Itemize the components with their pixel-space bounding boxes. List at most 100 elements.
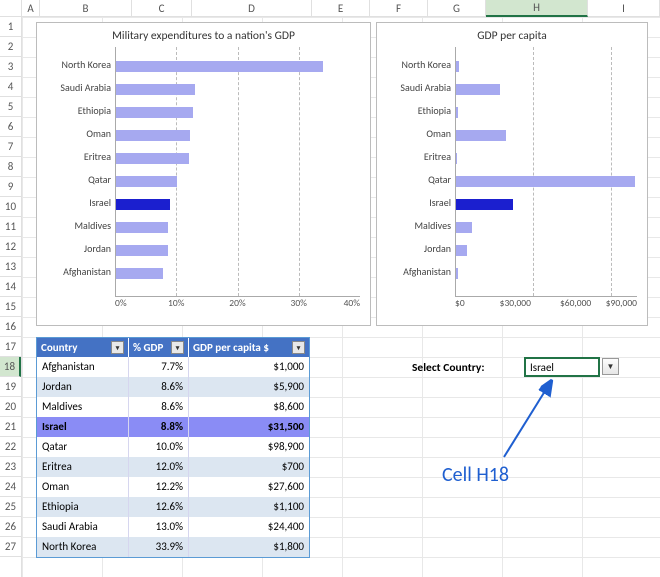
column-header-B[interactable]: B — [40, 0, 132, 16]
table-cell: 12.0% — [129, 457, 189, 477]
table-cell: Afghanistan — [37, 357, 129, 377]
row-header-23[interactable]: 23 — [0, 457, 21, 477]
table-cell: $1,100 — [189, 497, 309, 517]
chart-category-label: Jordan — [387, 239, 455, 262]
row-header-26[interactable]: 26 — [0, 517, 21, 537]
row-header-22[interactable]: 22 — [0, 437, 21, 457]
dropdown-button[interactable]: ▼ — [602, 358, 619, 375]
chart-bar — [456, 84, 500, 95]
table-header[interactable]: Country ▾ — [37, 338, 129, 357]
table-row[interactable]: Saudi Arabia13.0%$24,400 — [37, 517, 309, 537]
table-cell: Oman — [37, 477, 129, 497]
row-header-24[interactable]: 24 — [0, 477, 21, 497]
row-header-13[interactable]: 13 — [0, 257, 21, 277]
chart-bar — [456, 153, 457, 164]
row-header-27[interactable]: 27 — [0, 537, 21, 557]
chart-bar — [456, 61, 459, 72]
table-cell: Qatar — [37, 437, 129, 457]
table-cell: Israel — [37, 417, 129, 437]
column-header-I[interactable]: I — [588, 0, 660, 16]
column-header-F[interactable]: F — [370, 0, 428, 16]
row-header-12[interactable]: 12 — [0, 237, 21, 257]
row-header-17[interactable]: 17 — [0, 337, 21, 357]
chart-title: GDP per capita — [387, 29, 637, 43]
row-header-8[interactable]: 8 — [0, 157, 21, 177]
table-cell: 13.0% — [129, 517, 189, 537]
table-header[interactable]: % GDP ▾ — [129, 338, 189, 357]
chart-bar — [456, 199, 513, 210]
table-row[interactable]: Qatar10.0%$98,900 — [37, 437, 309, 457]
row-header-7[interactable]: 7 — [0, 137, 21, 157]
filter-dropdown-icon[interactable]: ▾ — [292, 341, 305, 354]
column-header-C[interactable]: C — [132, 0, 192, 16]
row-header-9[interactable]: 9 — [0, 177, 21, 197]
table-cell: North Korea — [37, 537, 129, 557]
chart-category-label: North Korea — [387, 55, 455, 78]
table-cell: $27,600 — [189, 477, 309, 497]
chart-bar — [116, 61, 323, 72]
table-row[interactable]: Eritrea12.0%$700 — [37, 457, 309, 477]
row-header-5[interactable]: 5 — [0, 97, 21, 117]
table-cell: Eritrea — [37, 457, 129, 477]
row-header-16[interactable]: 16 — [0, 317, 21, 337]
column-header-G[interactable]: G — [428, 0, 486, 16]
chart-category-label: Qatar — [47, 170, 115, 193]
annotation-arrow — [492, 377, 572, 467]
table-row[interactable]: Maldives8.6%$8,600 — [37, 397, 309, 417]
chevron-down-icon: ▼ — [607, 362, 615, 372]
chart-bar — [116, 222, 168, 233]
table-cell: 12.2% — [129, 477, 189, 497]
chart-gdp-capita[interactable]: GDP per capita North KoreaSaudi ArabiaEt… — [376, 22, 648, 326]
table-row[interactable]: Oman12.2%$27,600 — [37, 477, 309, 497]
row-header-2[interactable]: 2 — [0, 37, 21, 57]
table-row[interactable]: North Korea33.9%$1,800 — [37, 537, 309, 557]
chart-bar — [116, 84, 195, 95]
table-row[interactable]: Afghanistan7.7%$1,000 — [37, 357, 309, 377]
table-header[interactable]: GDP per capita $ ▾ — [189, 338, 309, 357]
column-header-D[interactable]: D — [192, 0, 312, 16]
row-header-11[interactable]: 11 — [0, 217, 21, 237]
filter-dropdown-icon[interactable]: ▾ — [111, 341, 124, 354]
chart-military-gdp[interactable]: Military expenditures to a nation's GDP … — [36, 22, 371, 326]
row-header-3[interactable]: 3 — [0, 57, 21, 77]
chart-category-label: Oman — [387, 124, 455, 147]
table-row[interactable]: Israel8.8%$31,500 — [37, 417, 309, 437]
row-header-15[interactable]: 15 — [0, 297, 21, 317]
country-dropdown-cell[interactable]: Israel — [524, 357, 600, 377]
column-header-E[interactable]: E — [312, 0, 370, 16]
table-cell: 10.0% — [129, 437, 189, 457]
column-header-A[interactable]: A — [22, 0, 40, 16]
column-headers: ABCDEFGHI — [22, 0, 660, 17]
row-header-18[interactable]: 18 — [0, 357, 21, 377]
chart-x-tick: $0 — [455, 297, 485, 309]
row-header-21[interactable]: 21 — [0, 417, 21, 437]
table-cell: $5,900 — [189, 377, 309, 397]
table-row[interactable]: Ethiopia12.6%$1,100 — [37, 497, 309, 517]
table-header-label: % GDP — [133, 341, 163, 354]
select-all-corner[interactable] — [0, 0, 22, 17]
table-cell: $1,000 — [189, 357, 309, 377]
chart-category-label: Saudi Arabia — [387, 78, 455, 101]
row-header-10[interactable]: 10 — [0, 197, 21, 217]
row-headers: 1234567891011121314151617181920212223242… — [0, 17, 22, 577]
row-header-19[interactable]: 19 — [0, 377, 21, 397]
row-header-6[interactable]: 6 — [0, 117, 21, 137]
chart-title: Military expenditures to a nation's GDP — [47, 29, 360, 43]
table-cell: Maldives — [37, 397, 129, 417]
row-header-4[interactable]: 4 — [0, 77, 21, 97]
table-header-label: Country — [41, 341, 77, 354]
row-header-25[interactable]: 25 — [0, 497, 21, 517]
table-header-label: GDP per capita $ — [193, 341, 269, 354]
filter-dropdown-icon[interactable]: ▾ — [171, 341, 184, 354]
row-header-1[interactable]: 1 — [0, 17, 21, 37]
chart-category-label: Ethiopia — [387, 101, 455, 124]
row-header-14[interactable]: 14 — [0, 277, 21, 297]
table-cell: Saudi Arabia — [37, 517, 129, 537]
row-header-20[interactable]: 20 — [0, 397, 21, 417]
chart-category-label: Oman — [47, 124, 115, 147]
column-header-H[interactable]: H — [486, 0, 588, 17]
chart-bar — [116, 130, 190, 141]
chart-category-label: Jordan — [47, 239, 115, 262]
chart-bar — [456, 222, 472, 233]
table-row[interactable]: Jordan8.6%$5,900 — [37, 377, 309, 397]
